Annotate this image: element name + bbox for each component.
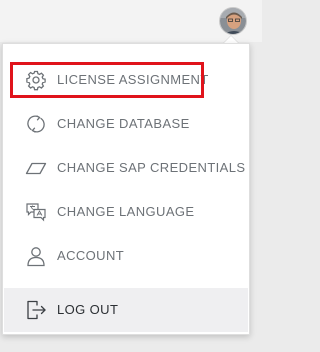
credentials-card-icon <box>25 162 47 175</box>
avatar-photo <box>220 8 246 34</box>
logout-icon <box>27 300 46 320</box>
menu-item-label: LICENSE ASSIGNMENT <box>57 72 209 87</box>
menu-item-account[interactable]: ACCOUNT <box>4 234 248 278</box>
menu-item-log-out[interactable]: LOG OUT <box>4 288 248 332</box>
menu-item-change-database[interactable]: CHANGE DATABASE <box>4 102 248 146</box>
menu-item-label: LOG OUT <box>57 302 119 317</box>
menu-item-label: ACCOUNT <box>57 248 125 263</box>
user-dropdown-menu: LICENSE ASSIGNMENT CHANGE DATABASE CHANG… <box>2 43 250 335</box>
person-icon <box>27 247 45 267</box>
menu-item-change-sap-credentials[interactable]: CHANGE SAP CREDENTIALS <box>4 146 248 190</box>
menu-item-label: CHANGE LANGUAGE <box>57 204 195 219</box>
gear-icon <box>26 70 46 91</box>
sync-icon <box>27 115 45 133</box>
language-icon <box>26 203 46 222</box>
menu-item-label: CHANGE DATABASE <box>57 116 190 131</box>
menu-item-change-language[interactable]: CHANGE LANGUAGE <box>4 190 248 234</box>
menu-item-label: CHANGE SAP CREDENTIALS <box>57 160 246 175</box>
user-avatar-icon[interactable] <box>219 7 247 35</box>
menu-item-license-assignment[interactable]: LICENSE ASSIGNMENT <box>4 58 248 102</box>
